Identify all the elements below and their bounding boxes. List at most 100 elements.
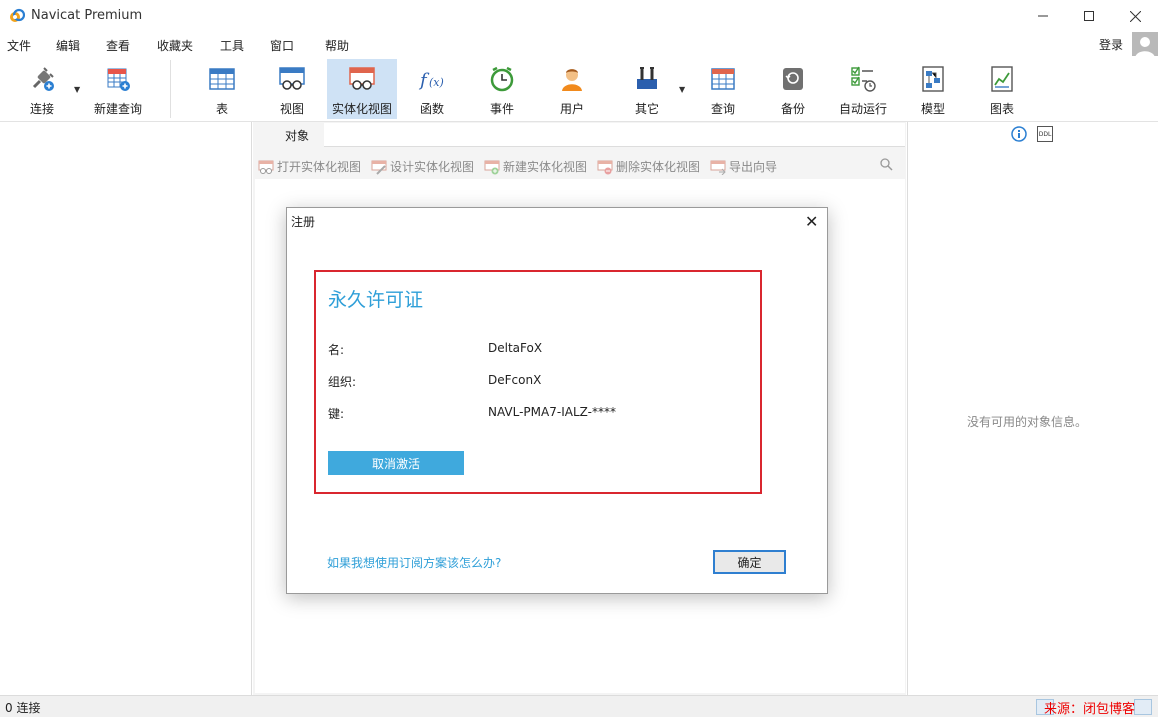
object-tab-strip	[324, 123, 905, 147]
minimize-icon	[1038, 15, 1048, 17]
object-action-bar: 打开实体化视图 设计实体化视图 新建实体化视图 删除实体化视图 导出向导	[253, 151, 906, 179]
maximize-button[interactable]	[1066, 0, 1112, 32]
new-mat-view-label: 新建实体化视图	[503, 160, 588, 174]
chart-button[interactable]: 图表	[980, 59, 1024, 119]
function-label: 函数	[419, 102, 444, 116]
plug-icon	[32, 67, 54, 91]
name-label: 名:	[328, 343, 345, 357]
backup-button[interactable]: 备份	[771, 59, 815, 119]
no-object-info-text: 没有可用的对象信息。	[967, 415, 1088, 429]
ok-button[interactable]: 确定	[713, 550, 786, 574]
user-avatar-icon	[1135, 37, 1155, 58]
clock-icon	[490, 66, 514, 92]
table-button[interactable]: 表	[200, 59, 244, 119]
other-button[interactable]: 其它	[625, 59, 669, 119]
view-label: 视图	[279, 102, 304, 116]
status-bar: 0 连接	[0, 695, 1158, 717]
name-value: DeltaFoX	[488, 341, 543, 355]
delete-mat-view-label: 删除实体化视图	[616, 160, 701, 174]
event-button[interactable]: 事件	[480, 59, 524, 119]
user-button[interactable]: 用户	[550, 59, 594, 119]
open-mat-view-label: 打开实体化视图	[277, 160, 362, 174]
model-label: 模型	[920, 102, 945, 116]
query-icon	[711, 68, 735, 90]
table-label: 表	[215, 102, 228, 116]
close-window-button[interactable]	[1112, 0, 1158, 32]
materialized-view-icon	[349, 67, 375, 90]
deactivate-button[interactable]: 取消激活	[328, 451, 464, 475]
menu-help[interactable]: 帮助	[325, 37, 349, 54]
menu-edit[interactable]: 编辑	[56, 37, 80, 54]
menu-favorites[interactable]: 收藏夹	[157, 37, 193, 54]
info-icon[interactable]	[1011, 126, 1027, 142]
view-icon	[279, 67, 305, 90]
new-query-button[interactable]: 新建查询	[92, 59, 144, 119]
event-label: 事件	[489, 102, 514, 116]
materialized-view-label: 实体化视图	[331, 102, 392, 116]
login-link[interactable]: 登录	[1099, 36, 1123, 53]
design-mat-view-icon	[371, 160, 387, 175]
automation-button[interactable]: 自动运行	[836, 59, 890, 119]
info-pane	[907, 122, 1158, 695]
automation-icon	[851, 66, 876, 92]
connect-button[interactable]: 连接	[22, 59, 62, 119]
key-label: 键:	[328, 407, 345, 421]
connect-dropdown-icon[interactable]: ▼	[74, 85, 80, 94]
chart-label: 图表	[989, 102, 1014, 116]
user-label: 用户	[559, 102, 584, 116]
dialog-title: 注册	[291, 215, 316, 229]
detail-view-toggle[interactable]	[1134, 699, 1152, 715]
watermark-text: 来源：闭包博客	[1044, 702, 1136, 717]
new-query-icon	[107, 68, 130, 91]
function-button[interactable]: f (x) 函数	[410, 59, 454, 119]
close-icon	[1129, 10, 1141, 22]
menu-bar: 文件 编辑 查看 收藏夹 工具 窗口 帮助	[0, 32, 1158, 56]
other-dropdown-icon[interactable]: ▼	[679, 85, 685, 94]
connection-count: 0 连接	[5, 701, 41, 715]
menu-view[interactable]: 查看	[106, 37, 130, 54]
new-mat-view-action[interactable]: 新建实体化视图	[484, 158, 587, 175]
minimize-button[interactable]	[1020, 0, 1066, 32]
user-icon	[562, 69, 582, 91]
query-label: 查询	[710, 102, 735, 116]
main-toolbar: 连接 ▼ 新建查询 表 视图 实体化视图 f (x) 函数 事件 用户 其它 ▼…	[0, 56, 1158, 122]
chart-icon	[991, 66, 1013, 92]
maximize-icon	[1084, 11, 1094, 21]
tab-objects[interactable]: 对象	[270, 123, 324, 147]
model-icon	[922, 66, 944, 92]
dialog-close-icon[interactable]: ✕	[805, 212, 818, 231]
new-query-label: 新建查询	[93, 102, 142, 116]
view-button[interactable]: 视图	[268, 59, 316, 119]
delete-mat-view-icon	[597, 160, 613, 174]
model-button[interactable]: 模型	[911, 59, 955, 119]
connect-label: 连接	[29, 102, 54, 116]
subscription-link[interactable]: 如果我想使用订阅方案该怎么办?	[327, 554, 501, 571]
key-value: NAVL-PMA7-IALZ-****	[488, 405, 616, 419]
open-mat-view-action[interactable]: 打开实体化视图	[258, 158, 361, 175]
organization-label: 组织:	[328, 375, 357, 389]
menu-tools[interactable]: 工具	[220, 37, 244, 54]
export-wizard-label: 导出向导	[729, 160, 778, 174]
other-label: 其它	[634, 102, 659, 116]
svg-text:(x): (x)	[429, 76, 444, 89]
search-icon[interactable]	[880, 158, 893, 171]
menu-window[interactable]: 窗口	[270, 37, 294, 54]
tools-icon	[637, 67, 657, 89]
organization-value: DeFconX	[488, 373, 542, 387]
navicat-logo-icon	[10, 8, 25, 22]
export-wizard-action[interactable]: 导出向导	[710, 158, 777, 175]
connection-tree-pane[interactable]	[0, 122, 252, 695]
design-mat-view-action[interactable]: 设计实体化视图	[371, 158, 474, 175]
toolbar-separator	[170, 60, 171, 118]
license-info-box: 永久许可证 名: DeltaFoX 组织: DeFconX 键: NAVL-PM…	[314, 270, 762, 494]
delete-mat-view-action[interactable]: 删除实体化视图	[597, 158, 700, 175]
query-button[interactable]: 查询	[701, 59, 745, 119]
ddl-icon[interactable]: DDL	[1037, 126, 1053, 142]
avatar[interactable]	[1132, 32, 1158, 58]
design-mat-view-label: 设计实体化视图	[390, 160, 475, 174]
backup-icon	[783, 68, 803, 90]
automation-label: 自动运行	[838, 102, 887, 116]
menu-file[interactable]: 文件	[7, 37, 31, 54]
title-bar: Navicat Premium	[0, 0, 1158, 32]
materialized-view-button[interactable]: 实体化视图	[327, 59, 397, 119]
